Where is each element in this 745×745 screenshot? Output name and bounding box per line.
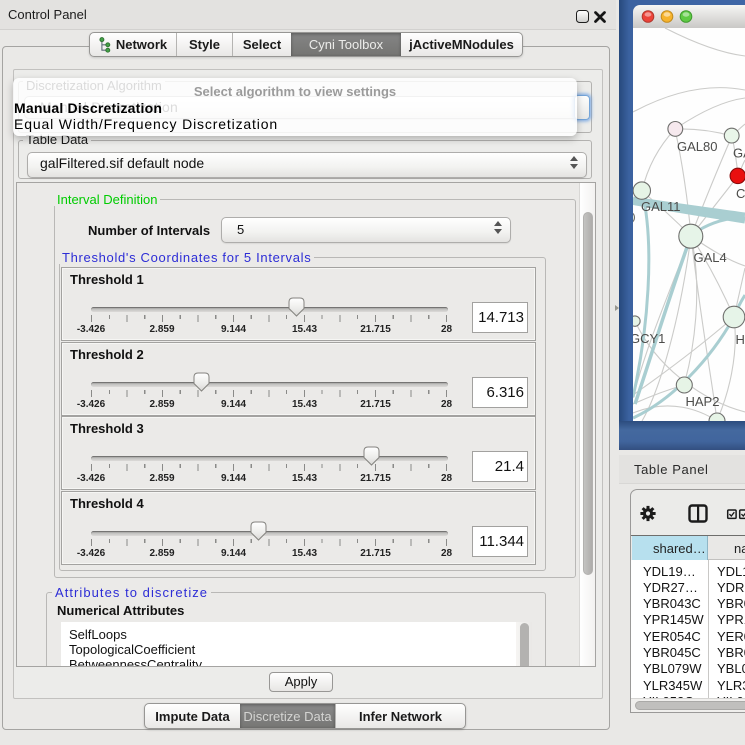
svg-text:GAL11: GAL11 [641,199,681,214]
svg-text:GAL80: GAL80 [677,139,717,154]
svg-text:HAP2: HAP2 [686,394,720,409]
svg-text:HI: HI [736,332,745,347]
svg-text:GAL4: GAL4 [694,250,727,265]
svg-text:C: C [736,186,745,201]
svg-text:GA: GA [733,146,745,161]
svg-text:GCY1: GCY1 [633,331,665,346]
